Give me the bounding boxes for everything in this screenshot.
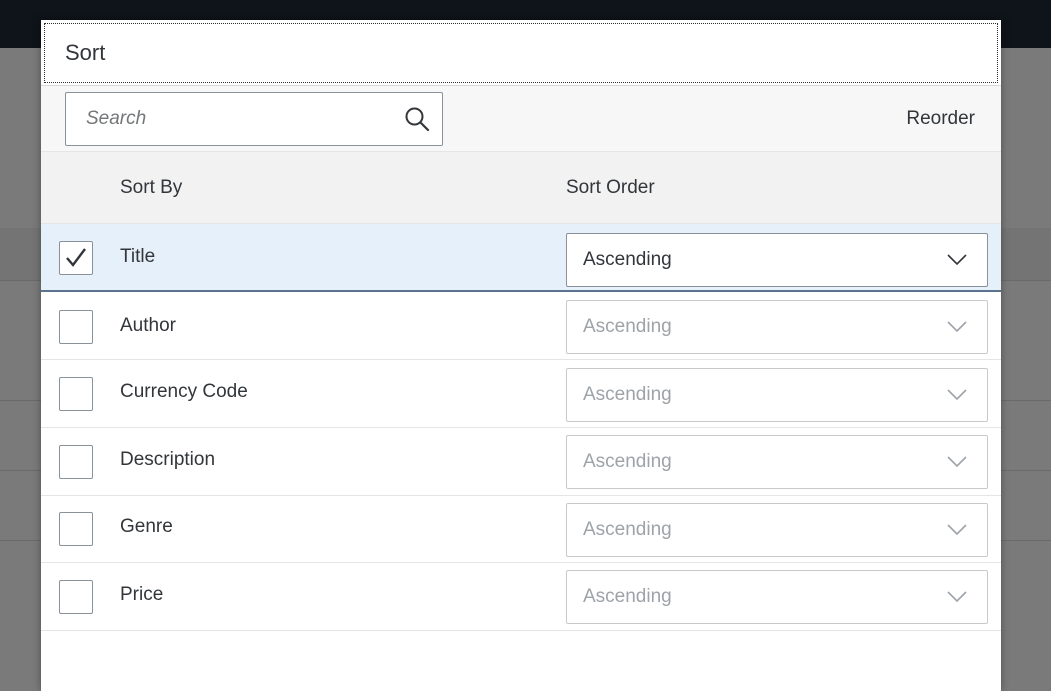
row-label: Currency Code	[120, 381, 248, 402]
chevron-down-icon	[947, 321, 967, 333]
row-checkbox[interactable]	[59, 512, 93, 546]
reorder-button[interactable]: Reorder	[906, 108, 975, 130]
row-label: Author	[120, 315, 176, 336]
search-placeholder: Search	[86, 108, 147, 129]
search-input[interactable]: Search	[65, 92, 443, 146]
row-checkbox[interactable]	[59, 377, 93, 411]
chevron-down-icon	[947, 456, 967, 468]
column-header-sort-order: Sort Order	[566, 177, 655, 198]
sort-order-select[interactable]: Ascending	[566, 435, 988, 489]
select-value: Ascending	[583, 384, 672, 405]
row-checkbox[interactable]	[59, 580, 93, 614]
table-row[interactable]: Author Ascending	[41, 292, 1001, 360]
table-header: Sort By Sort Order	[41, 152, 1001, 224]
dialog-title: Sort	[65, 40, 106, 65]
sort-dialog: Sort Search Reorder Sort By Sort Order T…	[41, 20, 1001, 691]
focus-outline	[44, 23, 998, 83]
sort-order-select[interactable]: Ascending	[566, 570, 988, 624]
table-row[interactable]: Title Ascending	[41, 224, 1001, 292]
chevron-down-icon	[947, 389, 967, 401]
select-value: Ascending	[583, 249, 672, 270]
chevron-down-icon	[947, 524, 967, 536]
search-icon[interactable]	[404, 106, 430, 132]
dialog-header: Sort	[41, 20, 1001, 86]
select-value: Ascending	[583, 586, 672, 607]
table-row[interactable]: Genre Ascending	[41, 496, 1001, 563]
row-label: Genre	[120, 516, 173, 537]
row-checkbox[interactable]	[59, 445, 93, 479]
sort-order-select[interactable]: Ascending	[566, 233, 988, 287]
row-checkbox[interactable]	[59, 241, 93, 275]
sort-order-select[interactable]: Ascending	[566, 300, 988, 354]
chevron-down-icon	[947, 591, 967, 603]
table-row[interactable]: Price Ascending	[41, 563, 1001, 631]
row-label: Description	[120, 449, 216, 470]
row-checkbox[interactable]	[59, 310, 93, 344]
checkmark-icon	[66, 248, 86, 267]
chevron-down-icon	[947, 254, 967, 266]
select-value: Ascending	[583, 451, 672, 472]
select-value: Ascending	[583, 316, 672, 337]
row-label: Price	[120, 584, 164, 605]
table-row[interactable]: Currency Code Ascending	[41, 360, 1001, 428]
column-header-sort-by: Sort By	[120, 177, 183, 198]
select-value: Ascending	[583, 519, 672, 540]
dialog-toolbar: Search Reorder	[41, 86, 1001, 152]
sort-order-select[interactable]: Ascending	[566, 368, 988, 422]
sort-order-select[interactable]: Ascending	[566, 503, 988, 557]
row-label: Title	[120, 246, 156, 267]
table-row[interactable]: Description Ascending	[41, 428, 1001, 496]
